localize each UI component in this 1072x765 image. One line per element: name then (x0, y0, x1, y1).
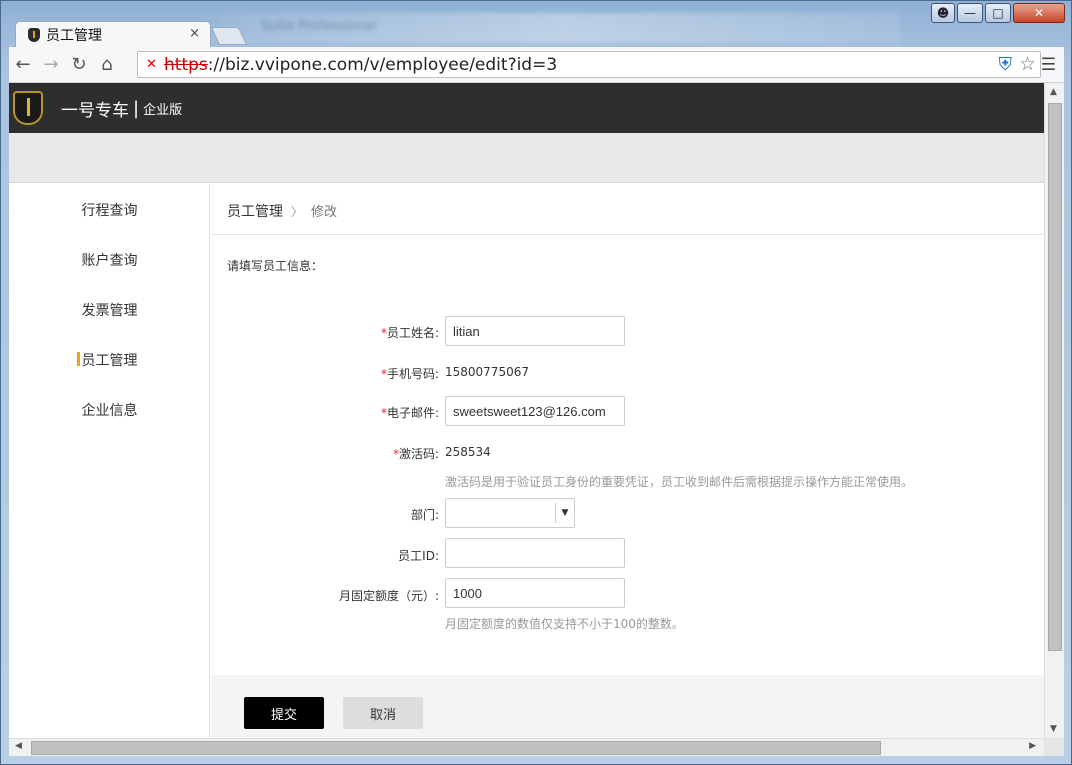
email-input[interactable] (445, 396, 625, 426)
menu-icon[interactable]: ☰ (1041, 55, 1056, 75)
scroll-down-icon[interactable]: ▼ (1050, 724, 1057, 734)
url-path: ://biz.vvipone.com/v/employee/edit?id=3 (207, 54, 558, 75)
sidebar: 行程查询 账户查询 发票管理 员工管理 企业信息 (9, 184, 210, 738)
window-controls: ☻ — □ ✕ (931, 3, 1065, 23)
breadcrumb-current: 修改 (311, 205, 338, 220)
edition-label: 企业版 (143, 102, 183, 118)
submit-button[interactable]: 提交 (244, 697, 324, 729)
breadcrumb: 员工管理〉修改 (227, 201, 337, 221)
close-window-button[interactable]: ✕ (1013, 3, 1065, 23)
main-content: 员工管理〉修改 请填写员工信息： *员工姓名: *手机号码: 158007750… (211, 184, 1044, 738)
site-header: 一号专车 | 企业版 (9, 83, 1044, 133)
minimize-button[interactable]: — (957, 3, 983, 23)
department-label: 部门: (410, 508, 439, 522)
tab-title: 员工管理 (46, 27, 102, 44)
reload-icon[interactable]: ↻ (65, 54, 93, 75)
monthly-quota-label: 月固定额度（元）: (338, 589, 439, 603)
phone-value: 15800775067 (445, 365, 529, 379)
maximize-button[interactable]: □ (985, 3, 1011, 23)
employee-id-label: 员工ID: (398, 549, 439, 563)
form-intro: 请填写员工信息： (227, 259, 324, 273)
vertical-scrollbar[interactable]: ▲ ▼ (1044, 83, 1064, 738)
address-bar[interactable]: ✕ https://biz.vvipone.com/v/employee/edi… (137, 51, 1041, 78)
breadcrumb-parent[interactable]: 员工管理 (227, 204, 283, 220)
browser-tab[interactable]: 员工管理 × (15, 21, 211, 47)
home-icon[interactable]: ⌂ (93, 54, 121, 75)
bookmark-star-icon[interactable]: ☆ (1019, 53, 1036, 75)
sidebar-item-company[interactable]: 企业信息 (9, 400, 210, 420)
name-label: *员工姓名: (380, 326, 439, 340)
sidebar-item-trips[interactable]: 行程查询 (9, 200, 210, 220)
brand-name: 一号专车 (61, 100, 129, 121)
cancel-button[interactable]: 取消 (343, 697, 423, 729)
activation-code-hint: 激活码是用于验证员工身份的重要凭证，员工收到邮件后需根据提示操作方能正常使用。 (445, 475, 914, 489)
chevron-down-icon[interactable]: ▼ (555, 503, 574, 523)
horizontal-scrollbar[interactable]: ◀ ▶ (9, 738, 1044, 756)
monthly-quota-input[interactable] (445, 578, 625, 608)
site-favicon-icon (28, 27, 40, 42)
back-icon[interactable]: ← (9, 54, 37, 75)
monthly-quota-hint: 月固定额度的数值仅支持不小于100的整数。 (445, 617, 684, 631)
forward-icon[interactable]: → (37, 54, 65, 75)
phone-label: *手机号码: (380, 367, 439, 381)
employee-id-input[interactable] (445, 538, 625, 568)
browser-window: Suite Professional ☻ — □ ✕ 员工管理 × ← → ↻ … (0, 0, 1072, 765)
page-viewport: 一号专车 | 企业版 行程查询 账户查询 发票管理 员工管理 企业信息 员工管理… (9, 83, 1044, 738)
form-actions-band (211, 675, 1044, 738)
sidebar-item-employees[interactable]: 员工管理 (9, 350, 210, 370)
name-input[interactable] (445, 316, 625, 346)
tab-close-icon[interactable]: × (189, 26, 200, 41)
horizontal-scroll-thumb[interactable] (31, 741, 881, 755)
user-icon[interactable]: ☻ (931, 3, 955, 23)
scroll-right-icon[interactable]: ▶ (1029, 741, 1036, 751)
url-scheme: https (164, 54, 208, 75)
sub-header-band (9, 133, 1044, 183)
department-select[interactable]: ▼ (445, 498, 575, 528)
scroll-up-icon[interactable]: ▲ (1050, 87, 1057, 97)
brand-separator: | (133, 97, 140, 119)
shield-icon[interactable]: ⛨ (999, 54, 1013, 75)
scrollbar-corner (1044, 738, 1064, 756)
sidebar-item-account[interactable]: 账户查询 (9, 250, 210, 270)
activation-code-value: 258534 (445, 445, 491, 459)
logo-icon[interactable] (13, 91, 43, 125)
insecure-lock-icon: ✕ (146, 57, 157, 72)
background-window-title: Suite Professional (221, 13, 901, 43)
divider (211, 234, 1044, 235)
email-label: *电子邮件: (380, 406, 439, 420)
vertical-scroll-thumb[interactable] (1048, 103, 1062, 651)
scroll-left-icon[interactable]: ◀ (15, 741, 22, 751)
breadcrumb-separator: 〉 (291, 205, 304, 219)
browser-toolbar: ← → ↻ ⌂ ✕ https://biz.vvipone.com/v/empl… (9, 47, 1064, 83)
activation-code-label: *激活码: (392, 447, 439, 461)
sidebar-item-invoice[interactable]: 发票管理 (9, 300, 210, 320)
